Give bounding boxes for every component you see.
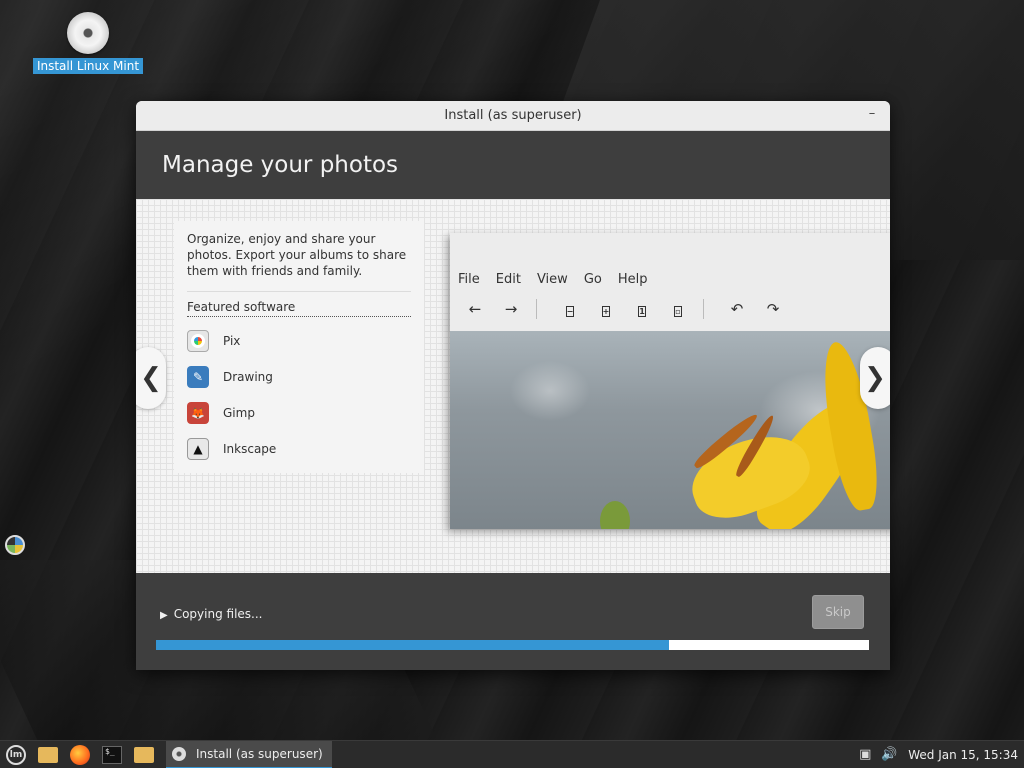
- taskbar: lm $_ Install (as superuser) ▣ 🔊 Wed Jan…: [0, 740, 1024, 768]
- zoom-in-icon: +: [601, 306, 611, 317]
- arrow-left-icon: ←: [468, 300, 482, 318]
- drawing-icon: ✎: [187, 366, 209, 388]
- folder-icon: [134, 746, 154, 763]
- software-name: Drawing: [223, 370, 273, 384]
- install-progress-bar: [156, 640, 869, 650]
- terminal-launcher[interactable]: $_: [100, 743, 124, 767]
- installer-window: Install (as superuser) – Manage your pho…: [136, 101, 890, 670]
- desktop-icon-install-linux-mint[interactable]: Install Linux Mint: [32, 12, 144, 74]
- zoom-fit-icon: ▫: [674, 306, 682, 317]
- files-launcher[interactable]: [132, 743, 156, 767]
- disc-icon: [172, 746, 186, 761]
- rotate-right-icon: ↷: [766, 300, 780, 318]
- slideshow: Organize, enjoy and share your photos. E…: [136, 199, 890, 573]
- featured-software-list: Pix ✎ Drawing 🦊 Gimp ▲ Inkscape: [187, 323, 411, 467]
- volume-icon[interactable]: 🔊: [880, 746, 898, 764]
- desktop-icon-label: Install Linux Mint: [32, 58, 144, 74]
- window-title: Install (as superuser): [444, 108, 582, 123]
- list-item: ▲ Inkscape: [187, 431, 411, 467]
- status-text: Copying files...: [173, 607, 263, 621]
- mock-toolbar: ← → − + 1 ▫ ↶ ↷: [450, 287, 890, 331]
- taskbar-window-button[interactable]: Install (as superuser): [166, 740, 332, 768]
- desklet-icon[interactable]: [5, 535, 25, 555]
- mock-menu-edit: Edit: [495, 272, 521, 287]
- slide-description: Organize, enjoy and share your photos. E…: [187, 232, 407, 278]
- app-screenshot: File Edit View Go Help ← → − + 1 ▫ ↶ ↷: [450, 233, 890, 529]
- firefox-launcher[interactable]: [68, 743, 92, 767]
- list-item: 🦊 Gimp: [187, 395, 411, 431]
- progress-fill: [156, 640, 670, 650]
- list-item: ✎ Drawing: [187, 359, 411, 395]
- featured-software-heading: Featured software: [187, 291, 411, 317]
- slide-title: Manage your photos: [162, 152, 399, 178]
- desktop-icon: [38, 746, 58, 763]
- zoom-out-icon: −: [565, 306, 575, 317]
- disc-icon: [67, 12, 109, 54]
- progress-status[interactable]: ▶ Copying files...: [160, 607, 262, 621]
- skip-button[interactable]: Skip: [812, 595, 864, 629]
- system-tray: ▣ 🔊 Wed Jan 15, 15:34: [856, 746, 1024, 764]
- inkscape-icon: ▲: [187, 438, 209, 460]
- list-item: Pix: [187, 323, 411, 359]
- terminal-icon: $_: [102, 745, 122, 764]
- software-name: Pix: [223, 334, 241, 348]
- firefox-icon: [70, 744, 90, 765]
- mock-menu-view: View: [536, 272, 568, 287]
- slide-header: Manage your photos: [136, 131, 890, 199]
- next-slide-button[interactable]: ❯: [860, 347, 890, 409]
- expander-arrow-icon[interactable]: ▶: [160, 610, 168, 621]
- mock-menu-file: File: [458, 272, 480, 287]
- toolbar-separator: [703, 299, 704, 319]
- gimp-icon: 🦊: [187, 402, 209, 424]
- menu-button[interactable]: lm: [4, 743, 28, 767]
- minimize-button[interactable]: –: [864, 107, 880, 123]
- clock[interactable]: Wed Jan 15, 15:34: [908, 748, 1018, 762]
- mock-menu-go: Go: [583, 272, 602, 287]
- arrow-right-icon: →: [504, 300, 518, 318]
- pix-icon: [187, 330, 209, 352]
- toolbar-separator: [536, 299, 537, 319]
- mock-menubar: File Edit View Go Help: [450, 253, 890, 287]
- installer-footer: ▶ Copying files... Skip: [136, 573, 890, 670]
- slide-info-panel: Organize, enjoy and share your photos. E…: [174, 221, 424, 473]
- show-desktop-launcher[interactable]: [36, 743, 60, 767]
- zoom-original-icon: 1: [638, 306, 646, 317]
- window-titlebar[interactable]: Install (as superuser) –: [136, 101, 890, 131]
- lily-photo: [450, 331, 890, 529]
- rotate-left-icon: ↶: [730, 300, 744, 318]
- mock-menu-help: Help: [617, 272, 648, 287]
- mint-menu-icon: lm: [6, 744, 26, 765]
- notifications-icon[interactable]: ▣: [856, 746, 874, 764]
- software-name: Inkscape: [223, 442, 277, 456]
- software-name: Gimp: [223, 406, 255, 420]
- previous-slide-button[interactable]: ❮: [136, 347, 166, 409]
- taskbar-window-label: Install (as superuser): [196, 746, 323, 761]
